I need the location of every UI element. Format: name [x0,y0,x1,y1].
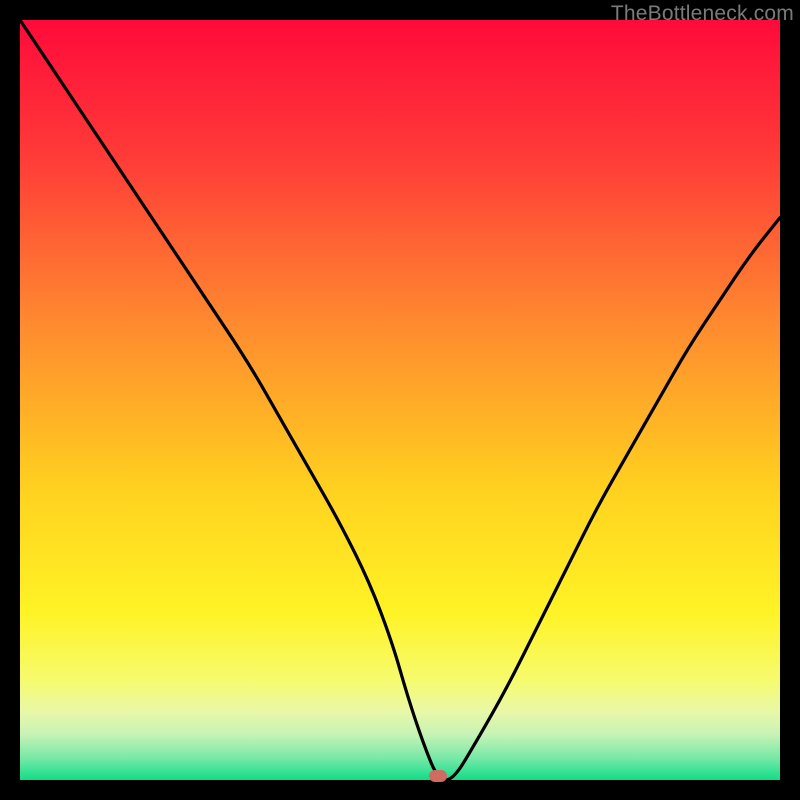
curve-layer [20,20,780,780]
optimal-marker [429,770,447,782]
bottleneck-curve [20,20,780,780]
plot-area [20,20,780,780]
chart-frame: TheBottleneck.com [0,0,800,800]
